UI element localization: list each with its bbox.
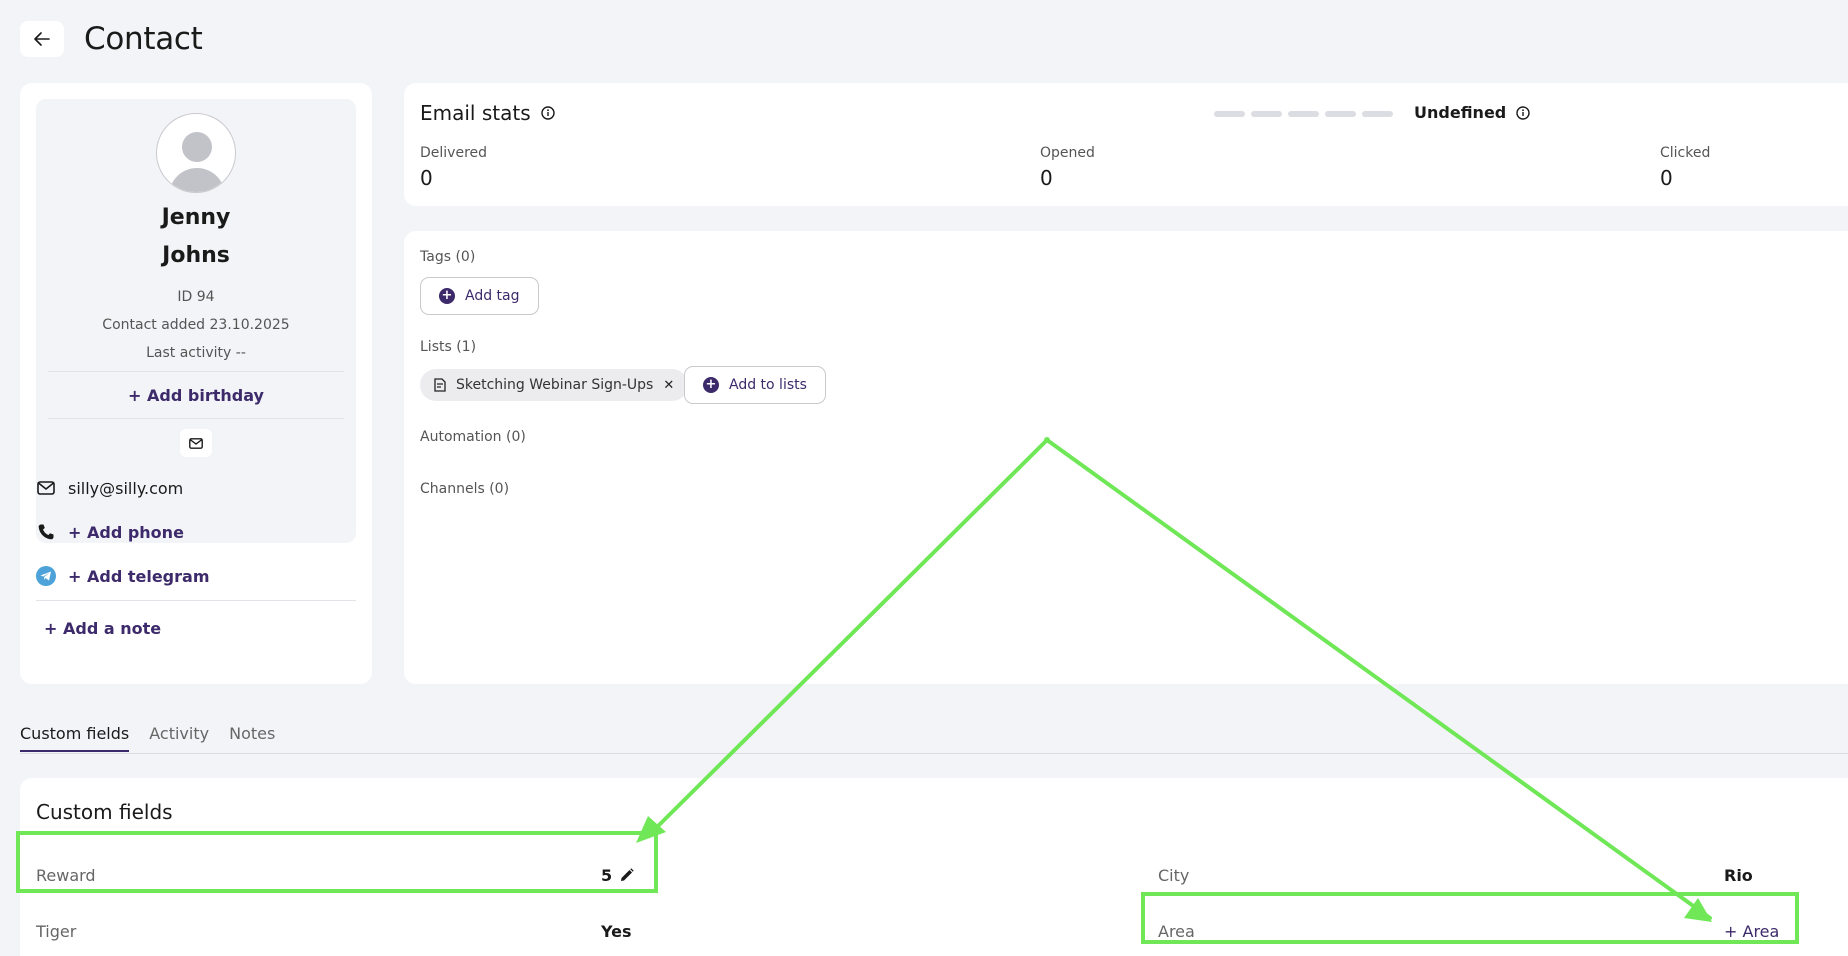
custom-field-value[interactable]: Rio bbox=[1724, 863, 1753, 887]
engagement-meter bbox=[1214, 111, 1393, 117]
last-activity: Last activity -- bbox=[146, 345, 246, 361]
custom-field-value[interactable]: 5 bbox=[601, 863, 634, 887]
plus-icon: + bbox=[703, 377, 719, 393]
add-birthday-button[interactable]: + Add birthday bbox=[128, 372, 264, 418]
divider bbox=[48, 418, 344, 419]
email-address[interactable]: silly@silly.com bbox=[68, 479, 183, 498]
lists-label: Lists (1) bbox=[420, 339, 477, 355]
phone-icon bbox=[36, 522, 56, 542]
custom-field-key: City bbox=[1158, 865, 1190, 885]
list-chip-label: Sketching Webinar Sign-Ups bbox=[456, 377, 654, 393]
list-chip: Sketching Webinar Sign-Ups ✕ bbox=[420, 369, 689, 401]
plus-icon: + bbox=[439, 288, 455, 304]
tab-divider bbox=[20, 753, 1848, 754]
engagement-status-text: Undefined bbox=[1414, 103, 1507, 122]
avatar bbox=[156, 113, 236, 193]
custom-fields-title: Custom fields bbox=[36, 800, 173, 824]
last-name: Johns bbox=[162, 243, 230, 268]
telegram-icon bbox=[36, 566, 56, 586]
envelope-icon bbox=[189, 437, 203, 449]
channels-label: Channels (0) bbox=[420, 481, 510, 497]
email-stats-title: Email stats bbox=[420, 101, 531, 125]
tab-custom-fields[interactable]: Custom fields bbox=[20, 716, 130, 752]
info-icon[interactable] bbox=[540, 106, 555, 120]
profile-card: Jenny Johns ID 94 Contact added 23.10.20… bbox=[20, 83, 372, 684]
tab-notes[interactable]: Notes bbox=[229, 716, 275, 752]
custom-field-key: Tiger bbox=[36, 921, 77, 941]
page-title: Contact bbox=[84, 21, 203, 57]
stat-opened: Opened 0 bbox=[1040, 145, 1095, 190]
custom-field-key: Area bbox=[1158, 921, 1195, 941]
email-stats-header: Email stats bbox=[420, 101, 555, 125]
engagement-status: Undefined bbox=[1414, 103, 1530, 122]
pencil-icon[interactable] bbox=[620, 868, 634, 882]
tab-bar: Custom fields Activity Notes bbox=[20, 716, 275, 752]
custom-field-key: Reward bbox=[36, 865, 96, 885]
stat-delivered: Delivered 0 bbox=[420, 145, 488, 190]
tags-label: Tags (0) bbox=[420, 249, 476, 265]
custom-fields-card: Custom fields Reward 5 Tiger Yes City Ri… bbox=[20, 778, 1848, 956]
automation-label: Automation (0) bbox=[420, 429, 526, 445]
info-icon[interactable] bbox=[1516, 105, 1530, 120]
arrow-left-icon bbox=[34, 32, 50, 46]
email-stats-card: Email stats Undefined Delivered 0 Opened… bbox=[404, 83, 1848, 206]
add-to-lists-button[interactable]: + Add to lists bbox=[684, 366, 826, 404]
add-area-button[interactable]: + Area bbox=[1724, 919, 1779, 943]
tab-activity[interactable]: Activity bbox=[149, 716, 209, 752]
contact-id: ID 94 bbox=[177, 289, 215, 305]
stat-clicked: Clicked 0 bbox=[1660, 145, 1711, 190]
page-header: Contact bbox=[20, 18, 203, 60]
email-row: silly@silly.com bbox=[36, 476, 183, 500]
send-email-button[interactable] bbox=[180, 429, 212, 457]
remove-list-icon[interactable]: ✕ bbox=[663, 378, 674, 393]
first-name: Jenny bbox=[161, 205, 231, 230]
phone-row: + Add phone bbox=[36, 520, 184, 544]
contact-added-date: Contact added 23.10.2025 bbox=[102, 317, 290, 333]
back-button[interactable] bbox=[20, 21, 64, 57]
divider bbox=[36, 600, 356, 601]
segments-card: Tags (0) + Add tag Lists (1) Sketching W… bbox=[404, 231, 1848, 684]
telegram-row: + Add telegram bbox=[36, 564, 209, 588]
add-tag-button[interactable]: + Add tag bbox=[420, 277, 539, 315]
add-note-button[interactable]: + Add a note bbox=[44, 619, 161, 638]
envelope-icon bbox=[36, 478, 56, 498]
custom-field-value[interactable]: Yes bbox=[601, 919, 632, 943]
add-phone-button[interactable]: + Add phone bbox=[68, 523, 184, 542]
list-doc-icon bbox=[434, 378, 446, 392]
add-telegram-button[interactable]: + Add telegram bbox=[68, 567, 209, 586]
